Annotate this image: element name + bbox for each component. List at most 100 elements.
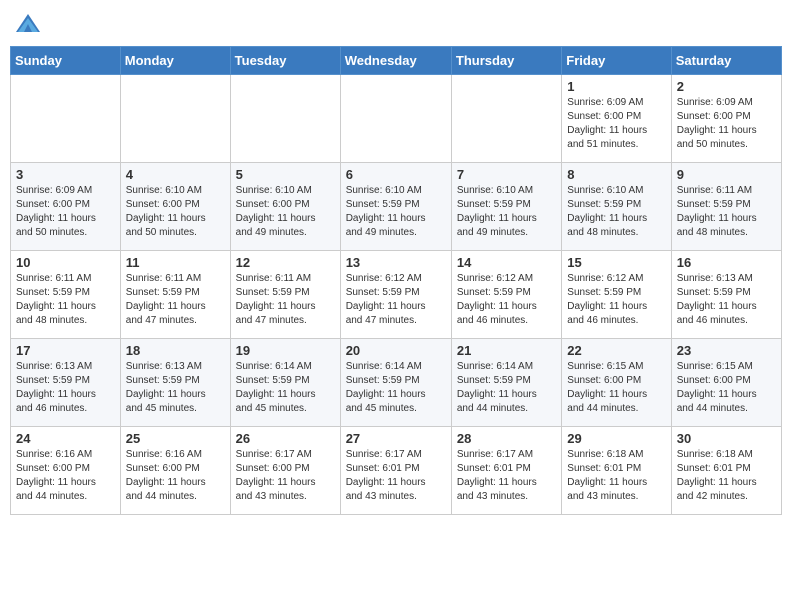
day-info: Sunrise: 6:15 AM Sunset: 6:00 PM Dayligh… [567, 360, 665, 416]
day-number: 7 [457, 167, 556, 182]
day-number: 10 [16, 255, 115, 270]
day-info: Sunrise: 6:11 AM Sunset: 5:59 PM Dayligh… [677, 184, 776, 240]
calendar-cell [451, 75, 561, 163]
calendar-cell: 13 Sunrise: 6:12 AM Sunset: 5:59 PM Dayli… [340, 251, 451, 339]
day-info: Sunrise: 6:10 AM Sunset: 5:59 PM Dayligh… [567, 184, 665, 240]
calendar-cell: 25Sunrise: 6:16 AM Sunset: 6:00 PM Dayli… [120, 427, 230, 515]
day-number: 22 [567, 343, 665, 358]
calendar-cell: 11Sunrise: 6:11 AM Sunset: 5:59 PM Dayli… [120, 251, 230, 339]
calendar-cell: 3 Sunrise: 6:09 AM Sunset: 6:00 PM Daylig… [11, 163, 121, 251]
day-number: 19 [236, 343, 335, 358]
day-info: Sunrise: 6:17 AM Sunset: 6:01 PM Dayligh… [457, 448, 556, 504]
day-info: Sunrise: 6:09 AM Sunset: 6:00 PM Dayligh… [567, 96, 665, 152]
calendar-cell: 2 Sunrise: 6:09 AM Sunset: 6:00 PM Daylig… [671, 75, 781, 163]
day-info: Sunrise: 6:18 AM Sunset: 6:01 PM Dayligh… [567, 448, 665, 504]
day-info: Sunrise: 6:14 AM Sunset: 5:59 PM Dayligh… [457, 360, 556, 416]
day-number: 14 [457, 255, 556, 270]
calendar-week-row: 17 Sunrise: 6:13 AM Sunset: 5:59 PM Dayli… [11, 339, 782, 427]
calendar-week-row: 1Sunrise: 6:09 AM Sunset: 6:00 PM Daylig… [11, 75, 782, 163]
day-info: Sunrise: 6:15 AM Sunset: 6:00 PM Dayligh… [677, 360, 776, 416]
calendar-cell: 9 Sunrise: 6:11 AM Sunset: 5:59 PM Daylig… [671, 163, 781, 251]
weekday-header: Tuesday [230, 47, 340, 75]
day-number: 17 [16, 343, 115, 358]
day-number: 8 [567, 167, 665, 182]
day-number: 16 [677, 255, 776, 270]
calendar-cell: 19 Sunrise: 6:14 AM Sunset: 5:59 PM Dayli… [230, 339, 340, 427]
day-number: 11 [126, 255, 225, 270]
day-number: 27 [346, 431, 446, 446]
logo [14, 10, 46, 38]
calendar-cell: 1Sunrise: 6:09 AM Sunset: 6:00 PM Daylig… [562, 75, 671, 163]
calendar-week-row: 10 Sunrise: 6:11 AM Sunset: 5:59 PM Dayli… [11, 251, 782, 339]
calendar-cell: 30 Sunrise: 6:18 AM Sunset: 6:01 PM Dayli… [671, 427, 781, 515]
day-info: Sunrise: 6:12 AM Sunset: 5:59 PM Dayligh… [346, 272, 446, 328]
day-number: 20 [346, 343, 446, 358]
weekday-header: Wednesday [340, 47, 451, 75]
day-info: Sunrise: 6:10 AM Sunset: 5:59 PM Dayligh… [457, 184, 556, 240]
day-number: 9 [677, 167, 776, 182]
day-number: 29 [567, 431, 665, 446]
day-number: 13 [346, 255, 446, 270]
weekday-header: Sunday [11, 47, 121, 75]
calendar-cell: 12 Sunrise: 6:11 AM Sunset: 5:59 PM Dayli… [230, 251, 340, 339]
day-info: Sunrise: 6:17 AM Sunset: 6:00 PM Dayligh… [236, 448, 335, 504]
calendar-cell: 8 Sunrise: 6:10 AM Sunset: 5:59 PM Daylig… [562, 163, 671, 251]
calendar-cell: 17 Sunrise: 6:13 AM Sunset: 5:59 PM Dayli… [11, 339, 121, 427]
calendar-cell: 14 Sunrise: 6:12 AM Sunset: 5:59 PM Dayli… [451, 251, 561, 339]
day-info: Sunrise: 6:14 AM Sunset: 5:59 PM Dayligh… [236, 360, 335, 416]
day-info: Sunrise: 6:12 AM Sunset: 5:59 PM Dayligh… [567, 272, 665, 328]
calendar-cell: 29 Sunrise: 6:18 AM Sunset: 6:01 PM Dayli… [562, 427, 671, 515]
calendar-cell: 21 Sunrise: 6:14 AM Sunset: 5:59 PM Dayli… [451, 339, 561, 427]
weekday-header: Friday [562, 47, 671, 75]
day-info: Sunrise: 6:11 AM Sunset: 5:59 PM Dayligh… [16, 272, 115, 328]
weekday-header: Monday [120, 47, 230, 75]
day-info: Sunrise: 6:09 AM Sunset: 6:00 PM Dayligh… [677, 96, 776, 152]
day-number: 30 [677, 431, 776, 446]
calendar-cell: 20 Sunrise: 6:14 AM Sunset: 5:59 PM Dayli… [340, 339, 451, 427]
calendar-table: SundayMondayTuesdayWednesdayThursdayFrid… [10, 46, 782, 515]
day-info: Sunrise: 6:10 AM Sunset: 6:00 PM Dayligh… [126, 184, 225, 240]
calendar-cell: 10 Sunrise: 6:11 AM Sunset: 5:59 PM Dayli… [11, 251, 121, 339]
day-info: Sunrise: 6:11 AM Sunset: 5:59 PM Dayligh… [236, 272, 335, 328]
calendar-header-row: SundayMondayTuesdayWednesdayThursdayFrid… [11, 47, 782, 75]
day-number: 12 [236, 255, 335, 270]
calendar-cell: 22 Sunrise: 6:15 AM Sunset: 6:00 PM Dayli… [562, 339, 671, 427]
calendar-cell: 16Sunrise: 6:13 AM Sunset: 5:59 PM Dayli… [671, 251, 781, 339]
day-number: 28 [457, 431, 556, 446]
calendar-cell [120, 75, 230, 163]
calendar-cell: 4Sunrise: 6:10 AM Sunset: 6:00 PM Daylig… [120, 163, 230, 251]
day-number: 21 [457, 343, 556, 358]
calendar-cell: 23 Sunrise: 6:15 AM Sunset: 6:00 PM Dayli… [671, 339, 781, 427]
calendar-week-row: 24Sunrise: 6:16 AM Sunset: 6:00 PM Dayli… [11, 427, 782, 515]
calendar-cell: 15 Sunrise: 6:12 AM Sunset: 5:59 PM Dayli… [562, 251, 671, 339]
day-info: Sunrise: 6:17 AM Sunset: 6:01 PM Dayligh… [346, 448, 446, 504]
calendar-cell [11, 75, 121, 163]
calendar-cell [340, 75, 451, 163]
calendar-cell: 26 Sunrise: 6:17 AM Sunset: 6:00 PM Dayli… [230, 427, 340, 515]
day-number: 3 [16, 167, 115, 182]
day-info: Sunrise: 6:09 AM Sunset: 6:00 PM Dayligh… [16, 184, 115, 240]
day-number: 5 [236, 167, 335, 182]
day-info: Sunrise: 6:16 AM Sunset: 6:00 PM Dayligh… [16, 448, 115, 504]
calendar-cell: 5 Sunrise: 6:10 AM Sunset: 6:00 PM Daylig… [230, 163, 340, 251]
calendar-cell: 6Sunrise: 6:10 AM Sunset: 5:59 PM Daylig… [340, 163, 451, 251]
day-info: Sunrise: 6:18 AM Sunset: 6:01 PM Dayligh… [677, 448, 776, 504]
weekday-header: Saturday [671, 47, 781, 75]
day-number: 26 [236, 431, 335, 446]
logo-icon [14, 10, 42, 38]
day-info: Sunrise: 6:10 AM Sunset: 6:00 PM Dayligh… [236, 184, 335, 240]
day-info: Sunrise: 6:16 AM Sunset: 6:00 PM Dayligh… [126, 448, 225, 504]
day-number: 23 [677, 343, 776, 358]
day-info: Sunrise: 6:14 AM Sunset: 5:59 PM Dayligh… [346, 360, 446, 416]
calendar-cell: 28 Sunrise: 6:17 AM Sunset: 6:01 PM Dayli… [451, 427, 561, 515]
day-info: Sunrise: 6:13 AM Sunset: 5:59 PM Dayligh… [16, 360, 115, 416]
calendar-cell [230, 75, 340, 163]
day-number: 15 [567, 255, 665, 270]
day-info: Sunrise: 6:13 AM Sunset: 5:59 PM Dayligh… [126, 360, 225, 416]
day-info: Sunrise: 6:10 AM Sunset: 5:59 PM Dayligh… [346, 184, 446, 240]
calendar-cell: 18Sunrise: 6:13 AM Sunset: 5:59 PM Dayli… [120, 339, 230, 427]
calendar-week-row: 3 Sunrise: 6:09 AM Sunset: 6:00 PM Daylig… [11, 163, 782, 251]
day-number: 2 [677, 79, 776, 94]
day-info: Sunrise: 6:12 AM Sunset: 5:59 PM Dayligh… [457, 272, 556, 328]
calendar-cell: 7 Sunrise: 6:10 AM Sunset: 5:59 PM Daylig… [451, 163, 561, 251]
